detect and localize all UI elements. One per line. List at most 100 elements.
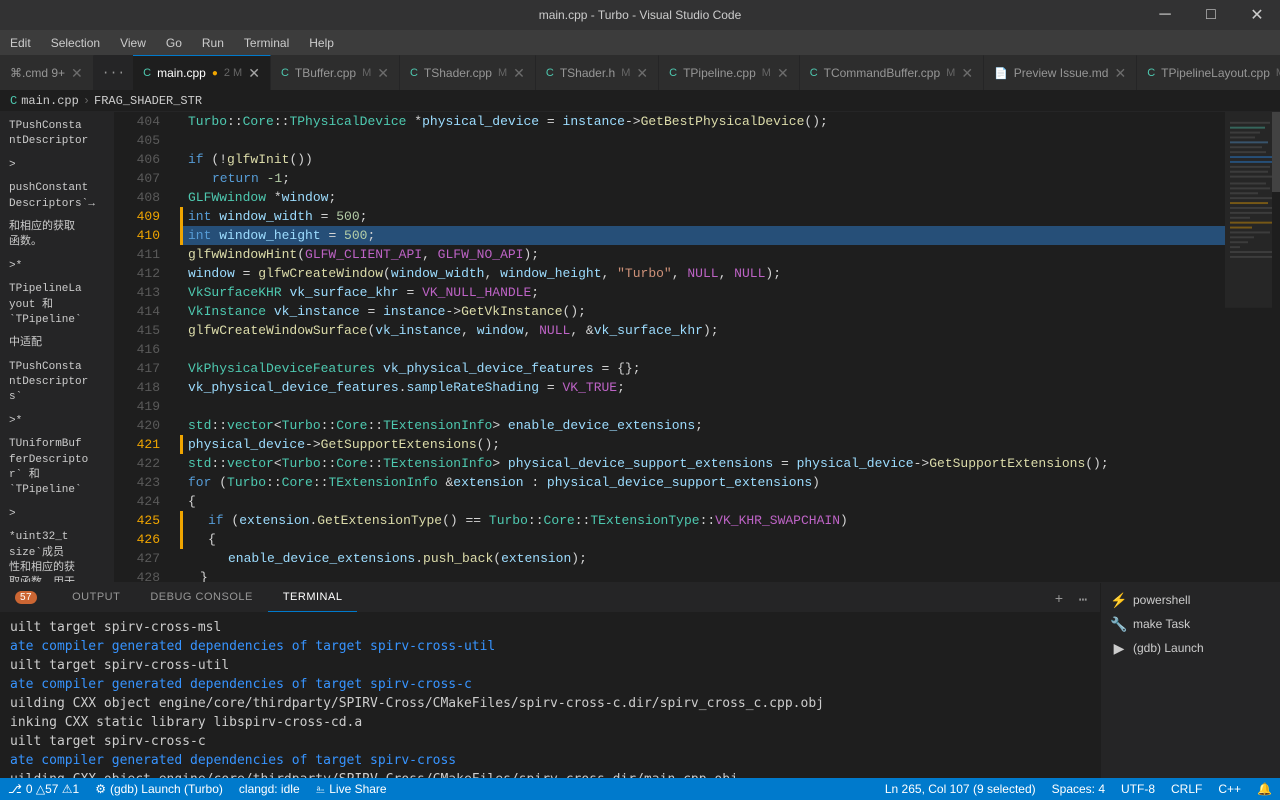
live-share-icon: ⎁: [316, 782, 326, 797]
menu-selection[interactable]: Selection: [41, 30, 110, 55]
editor-area: 404 405 406 407 408 409 410 411 412 413 …: [115, 112, 1280, 582]
status-label: Ln 265, Col 107 (9 selected): [885, 782, 1036, 796]
terminal-line: ate compiler generated dependencies of t…: [10, 751, 1090, 770]
status-label: clangd: idle: [239, 782, 300, 796]
maximize-button[interactable]: □: [1188, 0, 1234, 30]
tab-label: ⌘.cmd 9+: [10, 66, 65, 80]
status-notifications[interactable]: 🔔: [1249, 778, 1280, 800]
line-num: 409: [115, 207, 160, 226]
tab-filetype-icon: C: [410, 67, 418, 79]
tab-close-icon[interactable]: ✕: [1114, 65, 1126, 82]
breadcrumb-symbol[interactable]: FRAG_SHADER_STR: [94, 94, 202, 108]
status-label: C++: [1218, 782, 1241, 796]
panel-add-button[interactable]: +: [1047, 588, 1071, 612]
status-errors: 0 △57 ⚠1: [26, 782, 79, 796]
tab-main-cpp[interactable]: C main.cpp ● 2 M ✕: [133, 55, 271, 90]
code-line: window = glfwCreateWindow(window_width, …: [180, 264, 1225, 283]
tab-tag: M: [621, 67, 630, 79]
tab-filetype-icon: C: [281, 67, 289, 79]
status-live-share[interactable]: ⎁ Live Share: [308, 778, 395, 800]
status-language[interactable]: C++: [1210, 778, 1249, 800]
title-bar: main.cpp - Turbo - Visual Studio Code ─ …: [0, 0, 1280, 30]
tab-label: main.cpp: [157, 66, 206, 80]
status-label: CRLF: [1171, 782, 1202, 796]
panel-tab-output[interactable]: OUTPUT: [57, 582, 135, 612]
minimize-button[interactable]: ─: [1142, 0, 1188, 30]
tab-label: Preview Issue.md: [1014, 66, 1109, 80]
code-line: int window_height = 500;: [180, 226, 1225, 245]
panel-tabs: 57 OUTPUT DEBUG CONSOLE TERMINAL + ⋯: [0, 583, 1100, 613]
panel-split-button[interactable]: ⋯: [1071, 588, 1095, 612]
code-line: VkSurfaceKHR vk_surface_khr = VK_NULL_HA…: [180, 283, 1225, 302]
code-line: }: [180, 568, 1225, 582]
tab-tag: M: [1276, 67, 1280, 79]
left-panel-item: pushConstantDescriptors`→: [5, 179, 109, 214]
line-num: 416: [115, 340, 160, 359]
status-spaces[interactable]: Spaces: 4: [1044, 778, 1113, 800]
tab-close-icon[interactable]: ✕: [248, 65, 260, 82]
tab-tshader-h[interactable]: C TShader.h M ✕: [536, 55, 659, 90]
powershell-icon: ⚡: [1111, 592, 1127, 608]
terminal-make[interactable]: 🔧 make Task: [1101, 612, 1280, 636]
code-line: std::vector<Turbo::Core::TExtensionInfo>…: [180, 416, 1225, 435]
tab-close-icon[interactable]: ✕: [777, 65, 789, 82]
close-button[interactable]: ✕: [1234, 0, 1280, 30]
panel-tab-terminal[interactable]: TERMINAL: [268, 582, 358, 612]
tab-tshader-cpp[interactable]: C TShader.cpp M ✕: [400, 55, 536, 90]
tab-preview[interactable]: 📄 Preview Issue.md ✕: [984, 55, 1137, 90]
menu-terminal[interactable]: Terminal: [234, 30, 299, 55]
status-eol[interactable]: CRLF: [1163, 778, 1210, 800]
line-num: 428: [115, 568, 160, 582]
tab-cmd[interactable]: ⌘.cmd 9+ ✕: [0, 55, 94, 90]
code-container[interactable]: 404 405 406 407 408 409 410 411 412 413 …: [115, 112, 1280, 582]
menu-go[interactable]: Go: [156, 30, 192, 55]
terminal-gdb[interactable]: ▶ (gdb) Launch: [1101, 636, 1280, 660]
status-cursor[interactable]: Ln 265, Col 107 (9 selected): [877, 778, 1044, 800]
status-gdb-launch[interactable]: ⚙ (gdb) Launch (Turbo): [87, 778, 231, 800]
line-num: 423: [115, 473, 160, 492]
status-label: Live Share: [329, 782, 386, 796]
gdb-icon: ▶: [1111, 640, 1127, 656]
status-branch[interactable]: ⎇ 0 △57 ⚠1: [0, 778, 87, 800]
menu-edit[interactable]: Edit: [0, 30, 41, 55]
bell-icon: 🔔: [1257, 782, 1272, 796]
tab-tpipeline[interactable]: C TPipeline.cpp M ✕: [659, 55, 800, 90]
code-line: std::vector<Turbo::Core::TExtensionInfo>…: [180, 454, 1225, 473]
panel-tab-problems[interactable]: 57: [0, 582, 57, 612]
status-clangd[interactable]: clangd: idle: [231, 778, 308, 800]
line-numbers: 404 405 406 407 408 409 410 411 412 413 …: [115, 112, 170, 582]
terminal-line: uilt target spirv-cross-util: [10, 656, 1090, 675]
tab-close-icon[interactable]: ✕: [636, 65, 648, 82]
terminal-label: (gdb) Launch: [1133, 641, 1204, 655]
tab-close-icon[interactable]: ✕: [961, 65, 973, 82]
tab-tbuffer[interactable]: C TBuffer.cpp M ✕: [271, 55, 400, 90]
left-panel-arrow: >: [5, 505, 109, 524]
code-line: [180, 340, 1225, 359]
breadcrumb-file[interactable]: main.cpp: [21, 94, 79, 108]
menu-run[interactable]: Run: [192, 30, 234, 55]
code-content[interactable]: Turbo::Core::TPhysicalDevice *physical_d…: [170, 112, 1225, 582]
code-line: vk_physical_device_features.sampleRateSh…: [180, 378, 1225, 397]
status-encoding[interactable]: UTF-8: [1113, 778, 1163, 800]
menu-help[interactable]: Help: [299, 30, 344, 55]
terminal-powershell[interactable]: ⚡ powershell: [1101, 588, 1280, 612]
status-label: UTF-8: [1121, 782, 1155, 796]
line-num: 411: [115, 245, 160, 264]
tab-close-icon[interactable]: ✕: [513, 65, 525, 82]
tab-close-icon[interactable]: ✕: [377, 65, 389, 82]
tab-label: TPipelineLayout.cpp: [1161, 66, 1270, 80]
tab-close-icon[interactable]: ✕: [71, 65, 83, 82]
tab-tcommandbuffer[interactable]: C TCommandBuffer.cpp M ✕: [800, 55, 984, 90]
tab-more[interactable]: ···: [94, 55, 133, 90]
code-line: VkInstance vk_instance = instance->GetVk…: [180, 302, 1225, 321]
tab-tag: M: [498, 67, 507, 79]
line-num: 410: [115, 226, 160, 245]
minimap[interactable]: [1225, 112, 1280, 582]
breadcrumb-separator: ›: [83, 94, 90, 108]
tab-tpipelinelayout[interactable]: C TPipelineLayout.cpp M ✕: [1137, 55, 1280, 90]
menu-view[interactable]: View: [110, 30, 156, 55]
problems-badge: 57: [15, 591, 37, 604]
panel-tab-debug-console[interactable]: DEBUG CONSOLE: [135, 582, 267, 612]
terminal-area[interactable]: uilt target spirv-cross-msl ate compiler…: [0, 613, 1100, 778]
tab-tag: 2 M: [224, 67, 242, 79]
